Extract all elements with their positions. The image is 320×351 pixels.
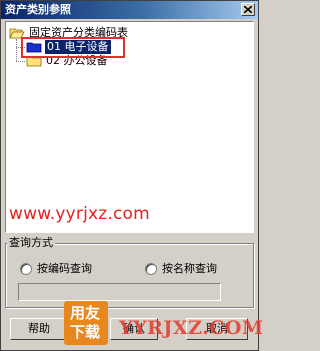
query-input[interactable] bbox=[18, 283, 221, 301]
close-icon bbox=[244, 6, 252, 13]
window-title: 资产类别参照 bbox=[5, 3, 71, 16]
tree-connector bbox=[16, 39, 17, 61]
radio-by-code-label: 按编码查询 bbox=[37, 262, 92, 275]
radio-circle-icon bbox=[20, 263, 32, 275]
query-group-title: 查询方式 bbox=[7, 236, 55, 250]
radio-by-name-label: 按名称查询 bbox=[162, 262, 217, 275]
help-button[interactable]: 帮助 bbox=[10, 318, 68, 340]
watermark-url: www.yyrjxz.com bbox=[9, 204, 150, 224]
category-tree[interactable]: 固定资产分类编码表 01 电子设备 02 办公设备 bbox=[5, 21, 254, 233]
reference-dialog: 资产类别参照 固定资产分类编码表 01 电子设备 02 办公设备 www.yyr… bbox=[0, 0, 263, 351]
radio-circle-icon bbox=[145, 263, 157, 275]
logo-text-top: 用友 bbox=[70, 304, 101, 322]
logo-text-bottom: 下载 bbox=[70, 323, 101, 341]
watermark-logo: 用友 下载 bbox=[64, 301, 108, 345]
title-bar: 资产类别参照 bbox=[1, 1, 258, 19]
close-button[interactable] bbox=[241, 3, 255, 16]
watermark-text: YYRJXZ.COM bbox=[119, 317, 264, 339]
annotation-highlight-box bbox=[21, 37, 125, 58]
tree-connector bbox=[16, 61, 25, 62]
